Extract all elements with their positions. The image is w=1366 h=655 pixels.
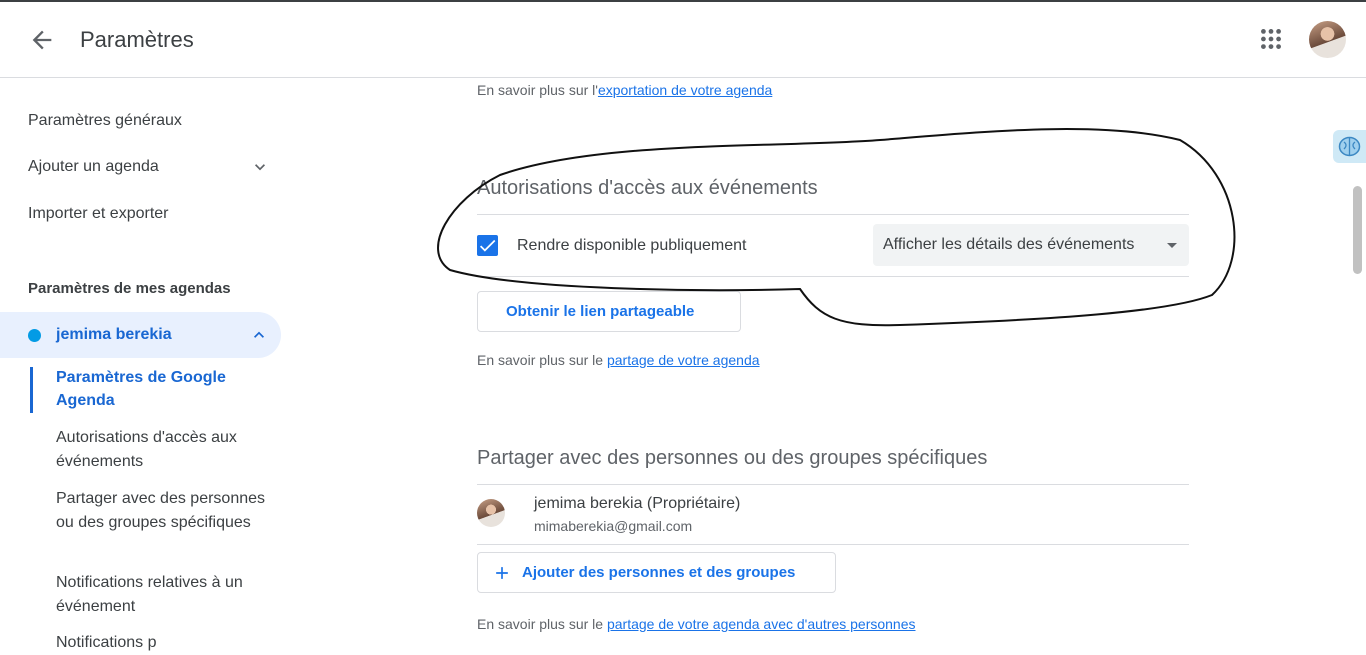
chevron-up-icon[interactable] (249, 325, 269, 345)
export-help-link[interactable]: exportation de votre agenda (598, 82, 772, 98)
public-checkbox[interactable] (477, 235, 498, 256)
add-people-button[interactable]: Ajouter des personnes et des groupes (477, 552, 836, 593)
dropdown-caret-icon (1167, 243, 1177, 248)
share-people-help-link[interactable]: partage de votre agenda avec d'autres pe… (607, 616, 916, 632)
person-email: mimaberekia@gmail.com (534, 518, 693, 534)
calendar-color-dot (28, 329, 41, 342)
divider (477, 214, 1189, 215)
chevron-down-icon[interactable] (250, 157, 270, 177)
app-header: Paramètres (0, 2, 1366, 78)
page-title: Paramètres (80, 27, 194, 52)
subnav-event-notifications[interactable]: Notifications relatives à un événement (56, 571, 276, 618)
account-avatar[interactable] (1309, 21, 1346, 58)
subnav-share-specific[interactable]: Partager avec des personnes ou des group… (56, 487, 276, 534)
arrow-back-icon[interactable] (28, 26, 56, 54)
subnav-calendar-settings[interactable]: Paramètres de Google Agenda (56, 366, 276, 412)
subnav-access-permissions[interactable]: Autorisations d'accès aux événements (56, 426, 276, 473)
divider (477, 484, 1189, 485)
plus-icon (496, 567, 508, 579)
avatar (477, 499, 505, 527)
event-detail-select[interactable]: Afficher les détails des événements (873, 224, 1189, 266)
export-help-text: En savoir plus sur l'exportation de votr… (477, 82, 773, 98)
sidebar-item-add-calendar[interactable]: Ajouter un agenda (28, 158, 159, 176)
brain-extension-icon[interactable] (1333, 130, 1366, 163)
person-name: jemima berekia (Propriétaire) (534, 495, 741, 512)
sidebar-item-import-export[interactable]: Importer et exporter (28, 205, 169, 223)
get-share-link-button[interactable]: Obtenir le lien partageable (477, 291, 741, 332)
scrollbar[interactable] (1350, 79, 1366, 642)
checkmark-icon (479, 239, 496, 252)
active-indicator (30, 367, 33, 413)
calendar-name: jemima berekia (56, 326, 172, 343)
select-value: Afficher les détails des événements (883, 236, 1135, 253)
brain-icon (1338, 136, 1361, 157)
share-help-text: En savoir plus sur le partage de votre a… (477, 352, 760, 368)
sidebar-item-general[interactable]: Paramètres généraux (28, 112, 182, 130)
apps-grid-icon[interactable] (1258, 26, 1284, 52)
divider (477, 544, 1189, 545)
my-calendars-heading: Paramètres de mes agendas (28, 280, 231, 297)
access-section-heading: Autorisations d'accès aux événements (477, 177, 818, 199)
subnav-more-notifications[interactable]: Notifications p (56, 631, 276, 655)
settings-sidebar: Paramètres généraux Ajouter un agenda Im… (0, 79, 300, 651)
share-help-link[interactable]: partage de votre agenda (607, 352, 760, 368)
divider (477, 276, 1189, 277)
scrollbar-thumb[interactable] (1353, 186, 1362, 274)
sidebar-item-calendar[interactable]: jemima berekia (0, 312, 281, 358)
public-checkbox-label: Rendre disponible publiquement (517, 237, 747, 254)
share-section-heading: Partager avec des personnes ou des group… (477, 447, 988, 469)
share-people-help-text: En savoir plus sur le partage de votre a… (477, 616, 916, 632)
